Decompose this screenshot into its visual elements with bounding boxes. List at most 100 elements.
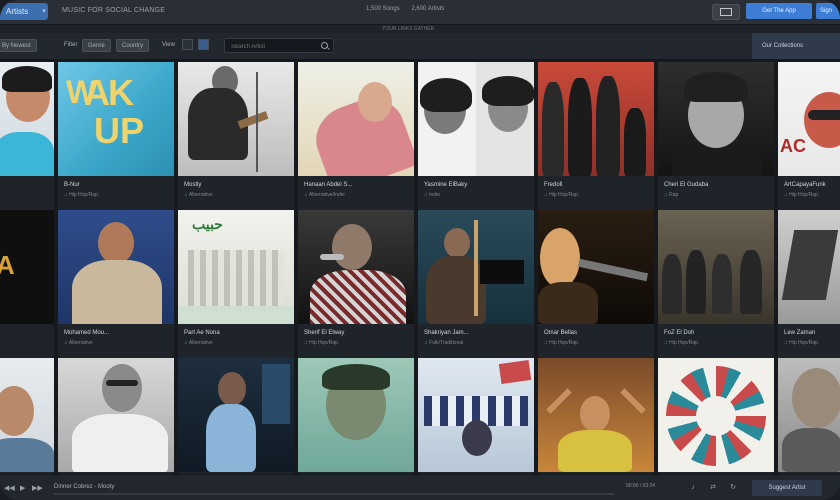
artist-card[interactable]: حبيب Part Ae Nona Alternative	[178, 210, 294, 358]
artist-genre: Alternative	[184, 340, 213, 346]
country-dropdown[interactable]: Country	[116, 39, 150, 52]
songs-count: 1,500 Songs	[366, 6, 400, 12]
album-cover	[538, 358, 654, 472]
monitor-icon	[720, 8, 732, 16]
now-playing-title: Dinner Cobrez - Mooty	[54, 484, 115, 490]
chevron-down-icon[interactable]: ▾	[38, 3, 50, 20]
artist-name[interactable]: Fredoll	[544, 182, 562, 188]
list-view-icon[interactable]	[182, 39, 193, 50]
our-collections-tab[interactable]: Our Collections	[752, 33, 840, 59]
artist-name[interactable]: Sherif El Elway	[304, 330, 344, 336]
artist-genre: Alternative	[184, 192, 213, 198]
artist-name[interactable]: Hanaan Abdel S...	[304, 182, 352, 188]
artist-meta: Fredoll Hip Hop/Rap	[538, 176, 654, 210]
artists-menu-label: Artists	[6, 7, 29, 16]
artist-meta: Omar Bellas Hip Hop/Rap	[538, 324, 654, 358]
artist-name[interactable]: Cheri El Gudaba	[664, 182, 708, 188]
album-cover	[298, 210, 414, 324]
track-time: 00:00 / 03:24	[626, 483, 656, 489]
album-cover	[178, 358, 294, 472]
artist-name[interactable]: Lew Zaman	[784, 330, 815, 336]
artist-meta: FoZ El Doh Hip Hop/Rap	[658, 324, 774, 358]
grid-view-icon[interactable]	[198, 39, 209, 50]
artist-name[interactable]: Yasmine ElBaky	[424, 182, 467, 188]
artist-card[interactable]: Yasmine ElBaky Indie	[418, 62, 534, 210]
artist-card[interactable]: Mostly Alternative	[178, 62, 294, 210]
artist-meta	[0, 324, 54, 358]
album-cover	[778, 210, 840, 324]
artist-card[interactable]	[0, 62, 54, 210]
artist-card[interactable]: FoZ El Doh Hip Hop/Rap	[658, 210, 774, 358]
artist-card[interactable]: Cheri El Gudaba Rap	[658, 62, 774, 210]
artist-card[interactable]: Lew Zaman Hip Hop/Rap	[778, 210, 840, 358]
previous-icon[interactable]: ◀◀	[4, 484, 15, 492]
artist-meta: B-Nur Hip Hop/Rap	[58, 176, 174, 210]
artist-name[interactable]: Shakriyan Jam...	[424, 330, 469, 336]
artist-card[interactable]: AC ArtCapayaFunk Hip Hop/Rap	[778, 62, 840, 210]
artist-name[interactable]: Part Ae Nona	[184, 330, 220, 336]
artist-card[interactable]: Hanaan Abdel S... Alternative/Indie	[298, 62, 414, 210]
genre-dropdown[interactable]: Genre	[82, 39, 111, 52]
artist-meta: Mohamed Mou... Alternative	[58, 324, 174, 358]
album-cover	[178, 62, 294, 176]
artist-card[interactable]: Mohamed Mou... Alternative	[58, 210, 174, 358]
album-cover	[58, 210, 174, 324]
stats: 1,500 Songs 2,600 Artists	[366, 6, 454, 12]
shuffle-icon[interactable]: ⇄	[708, 483, 718, 492]
artist-genre: Alternative	[64, 340, 93, 346]
artist-card[interactable]: Fredoll Hip Hop/Rap	[538, 62, 654, 210]
album-cover	[0, 358, 54, 472]
album-cover	[298, 62, 414, 176]
artist-genre: Hip Hop/Rap	[784, 192, 818, 198]
artist-name[interactable]: Omar Bellas	[544, 330, 577, 336]
artist-name[interactable]: Mostly	[184, 182, 201, 188]
search-box[interactable]	[224, 38, 334, 53]
progress-bar[interactable]	[54, 493, 614, 495]
get-app-button[interactable]: Get The App	[746, 3, 812, 19]
artist-card[interactable]: Shakriyan Jam... Folk/Traditional	[418, 210, 534, 358]
artist-card[interactable]: Omar Bellas Hip Hop/Rap	[538, 210, 654, 358]
display-mode-button[interactable]	[712, 4, 740, 20]
subtitle: YOUR LINKS GATHER	[382, 26, 435, 32]
album-cover	[778, 358, 840, 472]
play-icon[interactable]: ▶	[20, 484, 25, 492]
artist-card[interactable]: A	[0, 210, 54, 358]
suggest-artist-button[interactable]: Suggest Artist	[752, 480, 822, 496]
repeat-icon[interactable]: ↻	[728, 483, 738, 492]
sort-dropdown[interactable]: By Newest	[0, 39, 37, 52]
artist-name[interactable]: B-Nur	[64, 182, 80, 188]
artist-meta: ArtCapayaFunk Hip Hop/Rap	[778, 176, 840, 210]
album-cover	[658, 210, 774, 324]
album-cover	[418, 358, 534, 472]
artist-meta: Sherif El Elway Hip Hop/Rap	[298, 324, 414, 358]
volume-icon[interactable]: ♪	[688, 483, 698, 492]
artist-name[interactable]: ArtCapayaFunk	[784, 182, 826, 188]
album-cover: A	[0, 210, 54, 324]
album-cover	[658, 62, 774, 176]
artist-genre: Hip Hop/Rap	[64, 192, 98, 198]
album-cover	[298, 358, 414, 472]
artist-meta: Lew Zaman Hip Hop/Rap	[778, 324, 840, 358]
artist-card[interactable]: Sherif El Elway Hip Hop/Rap	[298, 210, 414, 358]
artist-meta	[0, 176, 54, 210]
artists-count: 2,600 Artists	[411, 6, 445, 12]
artist-meta: Part Ae Nona Alternative	[178, 324, 294, 358]
artist-meta: Hanaan Abdel S... Alternative/Indie	[298, 176, 414, 210]
artist-name[interactable]: FoZ El Doh	[664, 330, 694, 336]
artist-name[interactable]: Mohamed Mou...	[64, 330, 109, 336]
search-input[interactable]	[229, 40, 319, 53]
search-icon[interactable]	[321, 42, 328, 49]
top-bar: Artists ▾ MUSIC FOR SOCIAL CHANGE 1,500 …	[0, 0, 840, 25]
album-cover: حبيب	[178, 210, 294, 324]
artist-genre: Folk/Traditional	[424, 340, 463, 346]
artist-card[interactable]: AK W UP B-Nur Hip Hop/Rap	[58, 62, 174, 210]
album-cover	[538, 62, 654, 176]
next-icon[interactable]: ▶▶	[32, 484, 43, 492]
app-window: Artists ▾ MUSIC FOR SOCIAL CHANGE 1,500 …	[0, 0, 840, 500]
sign-button[interactable]: Sign	[816, 3, 840, 19]
artist-genre: Hip Hop/Rap	[544, 192, 578, 198]
artist-meta: Cheri El Gudaba Rap	[658, 176, 774, 210]
album-cover	[538, 210, 654, 324]
album-cover	[0, 62, 54, 176]
album-cover	[418, 210, 534, 324]
